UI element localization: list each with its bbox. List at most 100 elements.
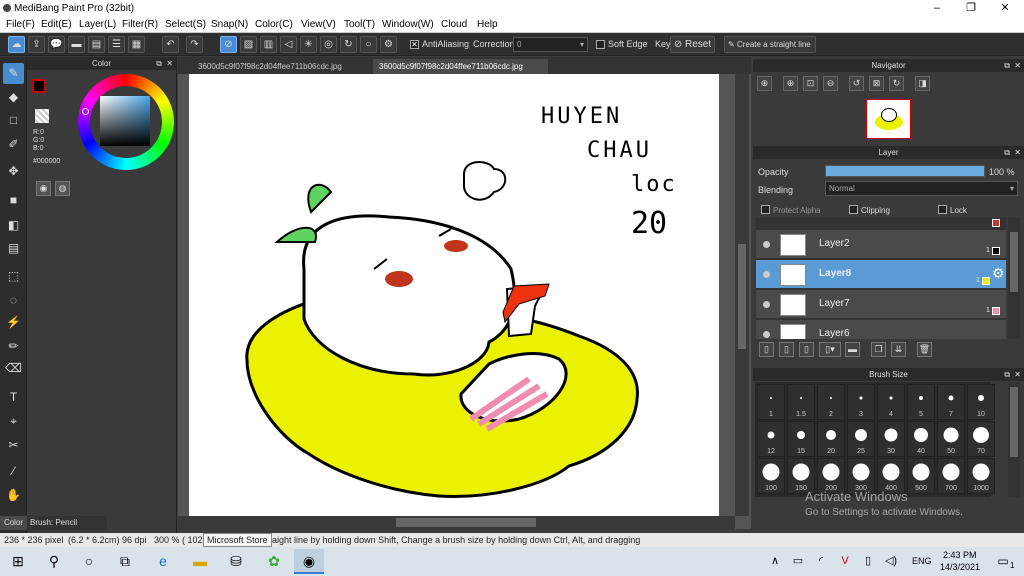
comment-icon[interactable]: ▬: [68, 36, 85, 53]
zoom-out-icon[interactable]: ⊖: [823, 76, 838, 91]
flip-icon[interactable]: ◨: [915, 76, 930, 91]
menu-view[interactable]: View(V): [301, 19, 336, 30]
merge-layer-icon[interactable]: ⇊: [891, 342, 906, 357]
windows-start-icon[interactable]: ⊞: [3, 549, 33, 574]
foreground-color-swatch[interactable]: [32, 79, 46, 93]
add-layer-menu-icon[interactable]: ▯▾: [819, 342, 841, 357]
language-indicator[interactable]: ENG: [912, 556, 932, 566]
menu-edit[interactable]: Edit(E): [41, 19, 72, 30]
snap-parallel-icon[interactable]: ▨: [240, 36, 257, 53]
maximize-button[interactable]: ❐: [954, 0, 988, 17]
horizontal-scrollbar[interactable]: [178, 516, 735, 529]
layer-row[interactable]: Layer7 1: [756, 290, 1006, 319]
tab-document-2[interactable]: 3600d5c9f07f98c2d04ffee711b06cdc.jpg: [373, 59, 548, 74]
snap-settings-icon[interactable]: ⚙: [380, 36, 397, 53]
undo-icon[interactable]: ↶: [162, 36, 179, 53]
cloud-icon[interactable]: ☁: [8, 36, 25, 53]
rectangle-tool-icon[interactable]: □: [3, 110, 24, 131]
menu-color[interactable]: Color(C): [255, 19, 293, 30]
vertical-scrollbar[interactable]: [735, 74, 749, 516]
brush-size-option[interactable]: 3: [847, 384, 875, 420]
float-icon[interactable]: ⧉: [1004, 368, 1010, 381]
menu-snap[interactable]: Snap(N): [211, 19, 248, 30]
list-icon[interactable]: ☰: [108, 36, 125, 53]
select-eraser-tool-icon[interactable]: ⌫: [3, 358, 24, 379]
hue-cursor[interactable]: [82, 108, 89, 115]
brush-size-option[interactable]: 50: [937, 421, 965, 457]
brush-size-option[interactable]: 1: [757, 384, 785, 420]
close-icon[interactable]: ✕: [1014, 368, 1021, 381]
rotate-left-icon[interactable]: ↺: [849, 76, 864, 91]
move-tool-icon[interactable]: ✥: [3, 161, 24, 182]
edge-icon[interactable]: e: [148, 549, 178, 574]
brush-size-option[interactable]: 700: [937, 458, 965, 494]
tab-color[interactable]: Color: [0, 516, 27, 530]
text-tool-icon[interactable]: T: [3, 387, 24, 408]
eye-icon[interactable]: [763, 271, 770, 278]
bucket-tool-icon[interactable]: ◧: [3, 215, 24, 236]
snap-radial-icon[interactable]: ✳: [300, 36, 317, 53]
gradient-tool-icon[interactable]: ▤: [3, 238, 24, 259]
float-icon[interactable]: ⧉: [1004, 59, 1010, 72]
clock-time[interactable]: 2:43 PM: [943, 550, 977, 560]
eye-icon[interactable]: [763, 301, 770, 308]
menu-layer[interactable]: Layer(L): [79, 19, 116, 30]
fill-rect-tool-icon[interactable]: ■: [3, 190, 24, 211]
antialiasing-checkbox[interactable]: ✕: [410, 40, 419, 49]
paint-app-icon[interactable]: ✿: [259, 549, 289, 574]
float-icon[interactable]: ⧉: [156, 57, 162, 70]
menu-filter[interactable]: Filter(R): [122, 19, 158, 30]
transparent-swatch[interactable]: [35, 109, 49, 123]
menu-window[interactable]: Window(W): [382, 19, 434, 30]
protect-alpha-checkbox[interactable]: [761, 205, 770, 214]
hand-tool-icon[interactable]: ✋: [3, 485, 24, 506]
new-layer-icon[interactable]: ▯: [759, 342, 774, 357]
eyedropper-tool-icon[interactable]: ⁄: [3, 461, 24, 482]
hue-wheel[interactable]: [78, 74, 174, 170]
gear-icon[interactable]: ⚙: [992, 265, 1005, 282]
snap-circle-icon[interactable]: ◎: [320, 36, 337, 53]
brush-size-option[interactable]: 20: [817, 421, 845, 457]
brush-size-option[interactable]: 25: [847, 421, 875, 457]
eye-icon[interactable]: [763, 241, 770, 248]
drawing-canvas[interactable]: HUYEN CHAU loc 20: [189, 74, 719, 516]
trash-icon[interactable]: 🗑: [917, 342, 932, 357]
brush-size-option[interactable]: 5: [907, 384, 935, 420]
brush-size-option[interactable]: 12: [757, 421, 785, 457]
minimize-button[interactable]: –: [920, 0, 954, 17]
palette-icon[interactable]: ◉: [36, 181, 51, 196]
select-pen-tool-icon[interactable]: ✏: [3, 336, 24, 357]
clock-date[interactable]: 14/3/2021: [940, 562, 980, 572]
share-icon[interactable]: ⇪: [28, 36, 45, 53]
layer-row-selected[interactable]: Layer8 1 ⚙: [756, 260, 1006, 289]
snap-grid-icon[interactable]: ▥: [260, 36, 277, 53]
correction-select[interactable]: 0 ▾: [513, 37, 588, 52]
store-icon[interactable]: ⛁: [221, 549, 251, 574]
document-icon[interactable]: ▤: [88, 36, 105, 53]
clipping-checkbox[interactable]: [849, 205, 858, 214]
divide-tool-icon[interactable]: ✂: [3, 435, 24, 456]
search-icon[interactable]: ⚲: [39, 549, 69, 574]
redo-icon[interactable]: ↷: [186, 36, 203, 53]
palette-add-icon[interactable]: ◍: [55, 181, 70, 196]
volume-icon[interactable]: ◁): [876, 549, 906, 574]
snap-curve-icon[interactable]: ↻: [340, 36, 357, 53]
duplicate-layer-icon[interactable]: ❐: [871, 342, 886, 357]
navigator-preview[interactable]: [866, 99, 911, 139]
snap-perspective-icon[interactable]: ◁: [280, 36, 297, 53]
tab-document-1[interactable]: 3600d5c9f07f98c2d04ffee711b06cdc.jpg: [192, 59, 348, 74]
brush-size-option[interactable]: 30: [877, 421, 905, 457]
opacity-slider[interactable]: [825, 165, 985, 177]
close-icon[interactable]: ✕: [1014, 146, 1021, 159]
rotate-right-icon[interactable]: ↻: [889, 76, 904, 91]
brush-size-option[interactable]: 500: [907, 458, 935, 494]
close-icon[interactable]: ✕: [1014, 59, 1021, 72]
brush-size-option[interactable]: 1.5: [787, 384, 815, 420]
float-icon[interactable]: ⧉: [1004, 146, 1010, 159]
close-button[interactable]: ✕: [988, 0, 1022, 17]
saturation-box[interactable]: [100, 96, 150, 146]
straight-line-button[interactable]: ✎ Create a straight line: [724, 36, 816, 53]
brush-size-option[interactable]: 70: [967, 421, 995, 457]
task-view-icon[interactable]: ⧉: [110, 549, 140, 574]
medibang-icon[interactable]: ◉: [294, 549, 324, 574]
